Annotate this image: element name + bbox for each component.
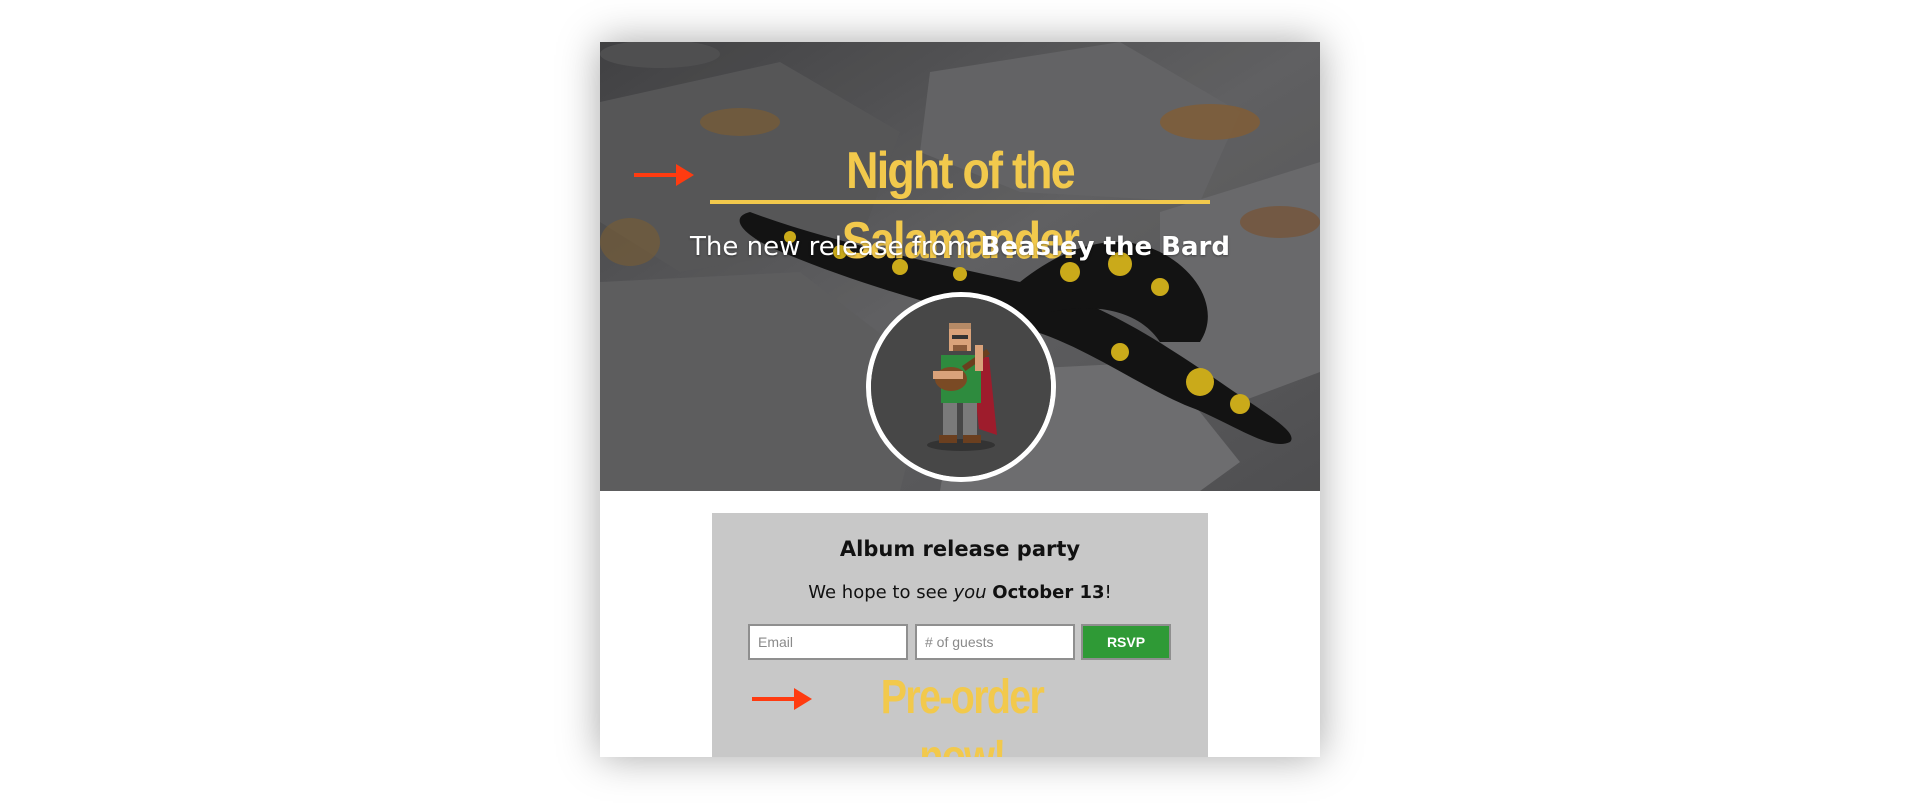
preorder-link[interactable]: Pre-order now!	[855, 668, 1068, 757]
right-arrow-icon	[752, 688, 812, 710]
bard-avatar-image	[871, 297, 1051, 477]
album-subtitle: The new release from Beasley the Bard	[660, 228, 1260, 266]
guests-count-field[interactable]	[915, 624, 1075, 660]
email-field[interactable]	[748, 624, 908, 660]
page-card: Night of the Salamander The new release …	[600, 42, 1320, 757]
invite-suffix: !	[1104, 582, 1112, 603]
party-invite-text: We hope to see you October 13!	[712, 579, 1208, 607]
party-title: Album release party	[839, 537, 1081, 561]
hero-banner: Night of the Salamander The new release …	[600, 42, 1320, 491]
rsvp-button[interactable]: RSVP	[1081, 624, 1171, 660]
party-date: October 13	[992, 582, 1105, 603]
artist-avatar	[866, 292, 1056, 482]
title-underline	[710, 200, 1210, 204]
invite-emphasis: you	[953, 582, 987, 603]
artist-name: Beasley the Bard	[980, 232, 1230, 262]
invite-prefix: We hope to see	[808, 582, 954, 603]
release-party-panel: Album release party We hope to see you O…	[712, 513, 1208, 757]
subtitle-prefix: The new release from	[690, 232, 981, 262]
album-title: Night of the Salamander	[841, 142, 1080, 270]
right-arrow-icon	[634, 164, 694, 186]
